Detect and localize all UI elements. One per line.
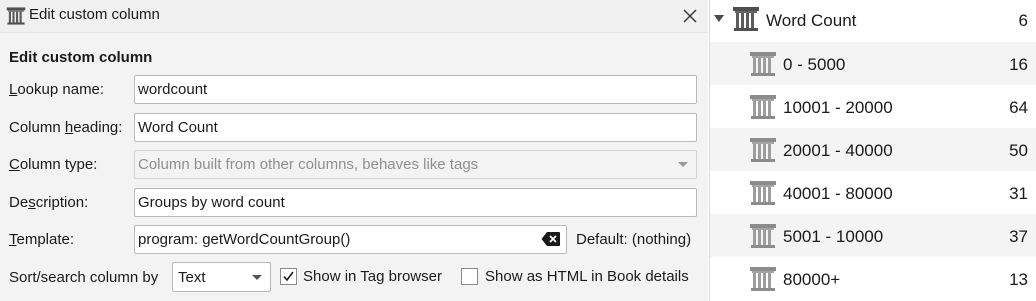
tag-item[interactable]: 20001 - 40000 50 [710,128,1036,171]
category-count: 6 [1018,11,1028,30]
tag-count: 50 [1009,141,1028,160]
column-type-select: Column built from other columns, behaves… [134,150,697,179]
column-type-label: Column type: [9,156,98,173]
tag-count: 16 [1009,55,1028,74]
tag-name: 10001 - 20000 [783,98,893,117]
title-bar: Edit custom column [0,0,708,33]
tag-item[interactable]: 10001 - 20000 64 [710,85,1036,128]
tag-item[interactable]: 80000+ 13 [710,257,1036,300]
chevron-down-icon [252,275,262,280]
category-name: Word Count [766,11,857,30]
edit-custom-column-dialog: Edit custom column Edit custom column Lo… [0,0,708,301]
tag-count: 31 [1009,184,1028,203]
column-icon [749,51,777,77]
column-heading-label: Column heading: [9,119,123,136]
column-icon [749,180,777,206]
description-input[interactable]: Groups by word count [134,188,697,217]
sort-search-select[interactable]: Text [172,262,271,292]
tag-category-word-count[interactable]: Word Count 6 [710,0,1036,43]
checkmark-icon [283,271,294,282]
lookup-name-input[interactable]: wordcount [134,75,697,104]
tag-count: 64 [1009,98,1028,117]
column-icon [749,266,777,292]
template-default-text: Default: (nothing) [576,231,692,248]
lookup-name-label: Lookup name: [9,81,105,98]
close-icon [683,9,697,23]
column-icon [749,223,777,249]
tag-item[interactable]: 40001 - 80000 31 [710,171,1036,214]
template-input[interactable]: program: getWordCountGroup() [134,225,567,254]
column-icon [6,6,26,26]
column-icon [732,6,760,32]
tag-count: 37 [1009,227,1028,246]
tag-item[interactable]: 5001 - 10000 37 [710,214,1036,257]
column-heading-input[interactable]: Word Count [134,113,697,142]
tag-browser: Word Count 6 0 - 5000 16 10001 - 20000 6… [709,0,1036,301]
column-icon [749,137,777,163]
column-icon [749,94,777,120]
show-as-html-label: Show as HTML in Book details [485,268,689,285]
description-label: Description: [9,194,89,211]
clear-text-icon[interactable] [541,231,561,247]
tag-name: 80000+ [783,270,841,289]
tag-count: 13 [1009,270,1028,289]
close-button[interactable] [676,3,704,29]
tag-name: 40001 - 80000 [783,184,893,203]
show-in-tag-browser-checkbox[interactable] [280,268,297,285]
show-in-tag-browser-label: Show in Tag browser [303,268,442,285]
dialog-title: Edit custom column [29,6,160,23]
tag-name: 20001 - 40000 [783,141,893,160]
chevron-down-icon [678,162,688,167]
tag-name: 0 - 5000 [783,55,846,74]
section-heading: Edit custom column [9,49,153,66]
expand-arrow-icon[interactable] [714,15,724,22]
show-as-html-checkbox[interactable] [461,268,478,285]
tag-name: 5001 - 10000 [783,227,884,246]
tag-item[interactable]: 0 - 5000 16 [710,42,1036,85]
template-label: Template: [9,231,75,248]
sort-search-label: Sort/search column by [9,269,159,286]
